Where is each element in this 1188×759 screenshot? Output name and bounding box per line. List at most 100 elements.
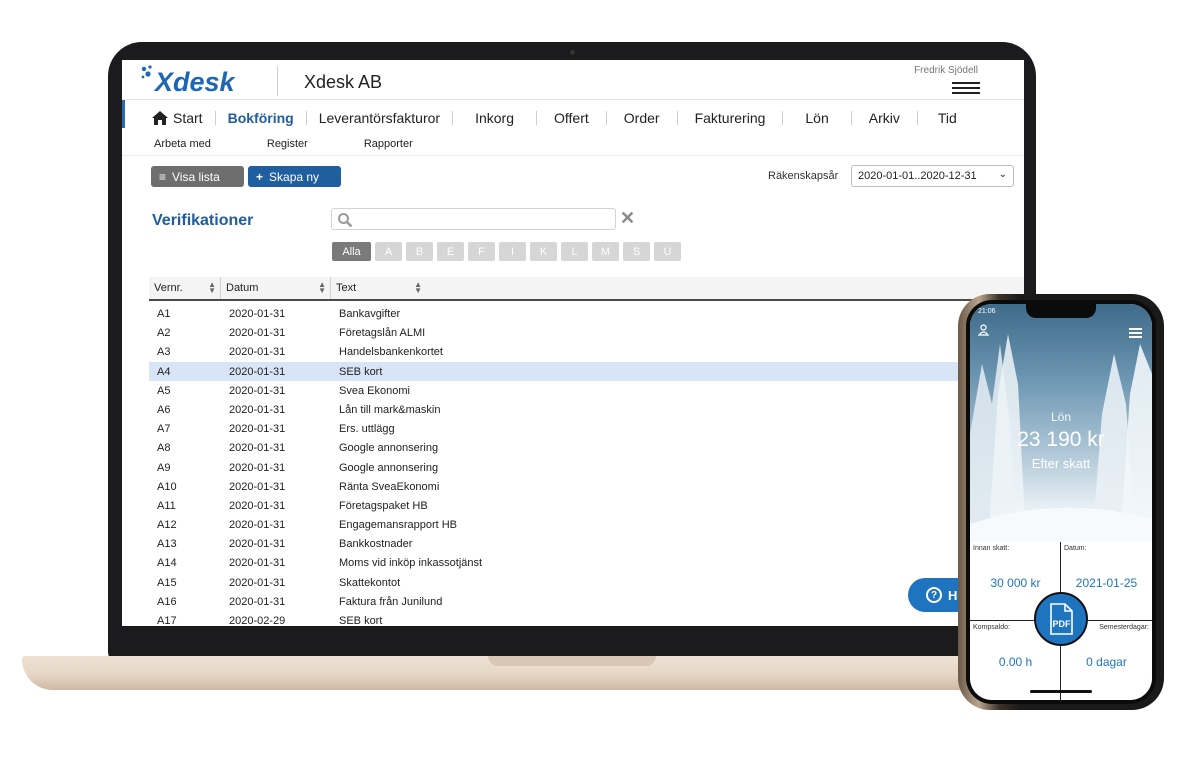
nav-item-leverantorsfakturor[interactable]: Leverantörsfakturor [307,111,454,125]
nav-item-fakturering[interactable]: Fakturering [678,111,784,125]
filter-letter[interactable]: I [499,242,526,261]
cell-datum: 2020-01-31 [229,327,286,340]
cell-vernr: A8 [157,442,171,455]
table-row[interactable]: A17 2020-02-29 SEB kort [149,611,1024,626]
plus-icon: + [256,169,264,184]
filter-letter[interactable]: K [530,242,557,261]
page-title: Verifikationer [152,212,254,229]
table-row[interactable]: A1 2020-01-31 Bankavgifter [149,304,1024,323]
table-row[interactable]: A12 2020-01-31 Engagemansrapport HB [149,515,1024,534]
cell-vernr: A3 [157,346,171,359]
sort-icon: ▲ ▼ [318,280,326,295]
xdesk-logo[interactable]: Xdesk [140,64,266,96]
tile-value: 0.00 h [998,655,1033,669]
nav-label: Start [173,110,203,126]
table-row[interactable]: A4 2020-01-31 SEB kort [149,361,1024,381]
column-label: Text [336,282,357,294]
filter-letter[interactable]: U [654,242,681,261]
laptop-notch [488,656,656,666]
cell-text: Bankkostnader [339,538,413,551]
table-row[interactable]: A11 2020-01-31 Företagspaket HB [149,496,1024,515]
nav-item-arkiv[interactable]: Arkiv [852,111,918,125]
search-input[interactable] [331,208,616,230]
clear-search-icon[interactable]: ✕ [620,208,635,228]
column-label: Vernr. [154,282,183,294]
filter-letter[interactable]: S [623,242,650,261]
search-icon [338,213,353,228]
create-new-button[interactable]: + Skapa ny [248,166,341,187]
cell-vernr: A16 [157,595,177,608]
user-icon[interactable] [978,324,989,336]
filter-letter[interactable]: E [437,242,464,261]
cell-text: Moms vid inköp inkassotjänst [339,557,483,570]
column-header-vernr[interactable]: Vernr. ▲ ▼ [149,277,221,299]
create-new-label: Skapa ny [269,169,320,184]
salary-subtitle: Efter skatt [1031,456,1091,471]
company-name: Xdesk AB [304,72,383,92]
subnav-rapporter[interactable]: Rapporter [364,138,413,150]
table-row[interactable]: A13 2020-01-31 Bankkostnader [149,534,1024,553]
table-row[interactable]: A14 2020-01-31 Moms vid inköp inkassotjäns… [149,553,1024,572]
subnav-register[interactable]: Register [267,138,308,150]
nav-item-bokforing[interactable]: Bokföring [216,111,307,125]
nav-item-lon[interactable]: Lön [783,111,852,125]
cell-datum: 2020-01-31 [229,403,286,416]
help-label: H [948,587,958,603]
phone-menu-icon[interactable] [1129,328,1142,340]
table-row[interactable]: A5 2020-01-31 Svea Ekonomi [149,381,1024,400]
cell-vernr: A14 [157,557,177,570]
menu-icon[interactable] [952,82,980,96]
cell-datum: 2020-01-31 [229,595,286,608]
filter-letter[interactable]: F [468,242,495,261]
table-row[interactable]: A6 2020-01-31 Lån till mark&maskin [149,400,1024,419]
filter-letter[interactable]: A [375,242,402,261]
cell-text: Handelsbankenkortet [339,346,443,359]
cell-text: SEB kort [339,615,383,626]
table-row[interactable]: A16 2020-01-31 Faktura från Junilund [149,592,1024,611]
show-list-button[interactable]: ≡ Visa lista [151,166,244,187]
cell-datum: 2020-01-31 [229,346,286,359]
cell-text: Skattekontot [339,576,401,589]
table-row[interactable]: A15 2020-01-31 Skattekontot [149,573,1024,592]
filter-letter[interactable]: L [561,242,588,261]
table-row[interactable]: A7 2020-01-31 Ers. uttlägg [149,419,1024,438]
cell-text: Faktura från Junilund [339,595,443,608]
nav-item-offert[interactable]: Offert [537,111,607,125]
cell-datum: 2020-01-31 [229,499,286,512]
home-indicator [1030,690,1092,693]
chevron-down-icon: ⌄ [998,169,1007,180]
nav-item-order[interactable]: Order [607,111,678,125]
laptop-camera [570,50,575,55]
user-name[interactable]: Fredrik Sjödell [914,65,978,76]
nav-item-inkorg[interactable]: Inkorg [453,111,538,125]
cell-datum: 2020-01-31 [229,308,286,320]
filter-letter[interactable]: B [406,242,433,261]
table-row[interactable]: A9 2020-01-31 Google annonsering [149,458,1024,477]
nav-active-indicator [122,100,125,128]
cell-vernr: A2 [157,327,171,340]
filter-all[interactable]: Alla [332,242,371,261]
column-header-text[interactable]: Text ▲ ▼ [331,277,426,299]
table-row[interactable]: A2 2020-01-31 Företagslån ALMI [149,323,1024,342]
filter-letter[interactable]: M [592,242,619,261]
nav-item-tid[interactable]: Tid [918,111,977,125]
fiscal-year-value: 2020-01-01..2020-12-31 [858,170,977,182]
nav-item-start[interactable]: Start [152,111,216,125]
table-row[interactable]: A3 2020-01-31 Handelsbankenkortet [149,342,1024,361]
table-row[interactable]: A10 2020-01-31 Ränta SveaEkonomi [149,477,1024,496]
cell-vernr: A9 [157,461,171,474]
table-row[interactable]: A8 2020-01-31 Google annonsering [149,438,1024,457]
fiscal-year-label: Räkenskapsår [768,170,839,182]
cell-text: Företagslån ALMI [339,327,426,340]
phone-screen: 21:06 Lön 23 190 kr Efter skatt Innan sk… [970,304,1152,700]
pdf-button[interactable]: PDF [1034,592,1088,646]
cell-text: SEB kort [339,365,383,378]
subnav-arbeta-med[interactable]: Arbeta med [154,138,211,150]
cell-datum: 2020-01-31 [229,384,286,397]
pdf-icon: PDF [1050,603,1073,635]
column-header-datum[interactable]: Datum ▲ ▼ [221,277,331,299]
fiscal-year-select[interactable]: 2020-01-01..2020-12-31 ⌄ [851,165,1014,187]
phone-notch [1026,304,1096,318]
column-label: Datum [226,282,259,294]
cell-text: Google annonsering [339,461,439,474]
